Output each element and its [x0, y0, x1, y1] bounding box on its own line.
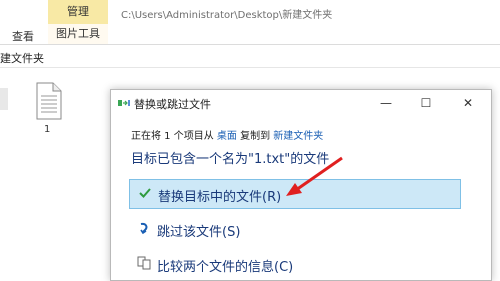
file-item[interactable]: 1 — [34, 82, 64, 136]
replace-option-label: 替换目标中的文件(R) — [158, 190, 282, 205]
annotation-arrow-icon — [286, 156, 343, 196]
ribbon-tabs-row: 查看 图片工具 — [0, 24, 500, 44]
dialog-title: 替换或跳过文件 — [134, 98, 211, 111]
address-path: 建文件夹 — [0, 52, 44, 65]
copy-prefix: 正在将 1 个项目从 — [131, 131, 214, 142]
copy-files-icon — [118, 100, 130, 106]
compare-files-option[interactable]: 比较两个文件的信息(C) — [129, 250, 459, 278]
tab-view[interactable]: 查看 — [12, 28, 34, 44]
copy-middle: 复制到 — [240, 131, 271, 142]
address-bar[interactable]: 建文件夹 — [0, 45, 500, 68]
dialog-titlebar[interactable]: 替换或跳过文件 — ☐ ✕ — [111, 90, 491, 116]
compare-icon — [137, 256, 151, 270]
source-link[interactable]: 桌面 — [217, 131, 237, 142]
copy-progress-line: 正在将 1 个项目从 桌面 复制到 新建文件夹 — [131, 127, 323, 142]
tab-manage[interactable]: 管理 — [48, 0, 108, 24]
skip-arrow-icon — [140, 222, 148, 235]
close-button[interactable]: ✕ — [454, 93, 482, 113]
maximize-button[interactable]: ☐ — [412, 93, 440, 113]
tab-picture-tools[interactable]: 图片工具 — [48, 24, 108, 44]
destination-link[interactable]: 新建文件夹 — [273, 131, 323, 142]
skip-file-option[interactable]: 跳过该文件(S) — [129, 215, 459, 243]
minimize-button[interactable]: — — [372, 93, 400, 113]
checkmark-icon — [139, 188, 151, 198]
ribbon-top-row: 管理 C:\Users\Administrator\Desktop\新建文件夹 — [0, 0, 500, 24]
file-name: 1 — [44, 124, 51, 135]
navigation-pane-edge — [0, 88, 8, 110]
skip-option-label: 跳过该文件(S) — [157, 225, 241, 240]
window-path-title: C:\Users\Administrator\Desktop\新建文件夹 — [121, 10, 333, 21]
text-file-icon — [36, 82, 62, 120]
